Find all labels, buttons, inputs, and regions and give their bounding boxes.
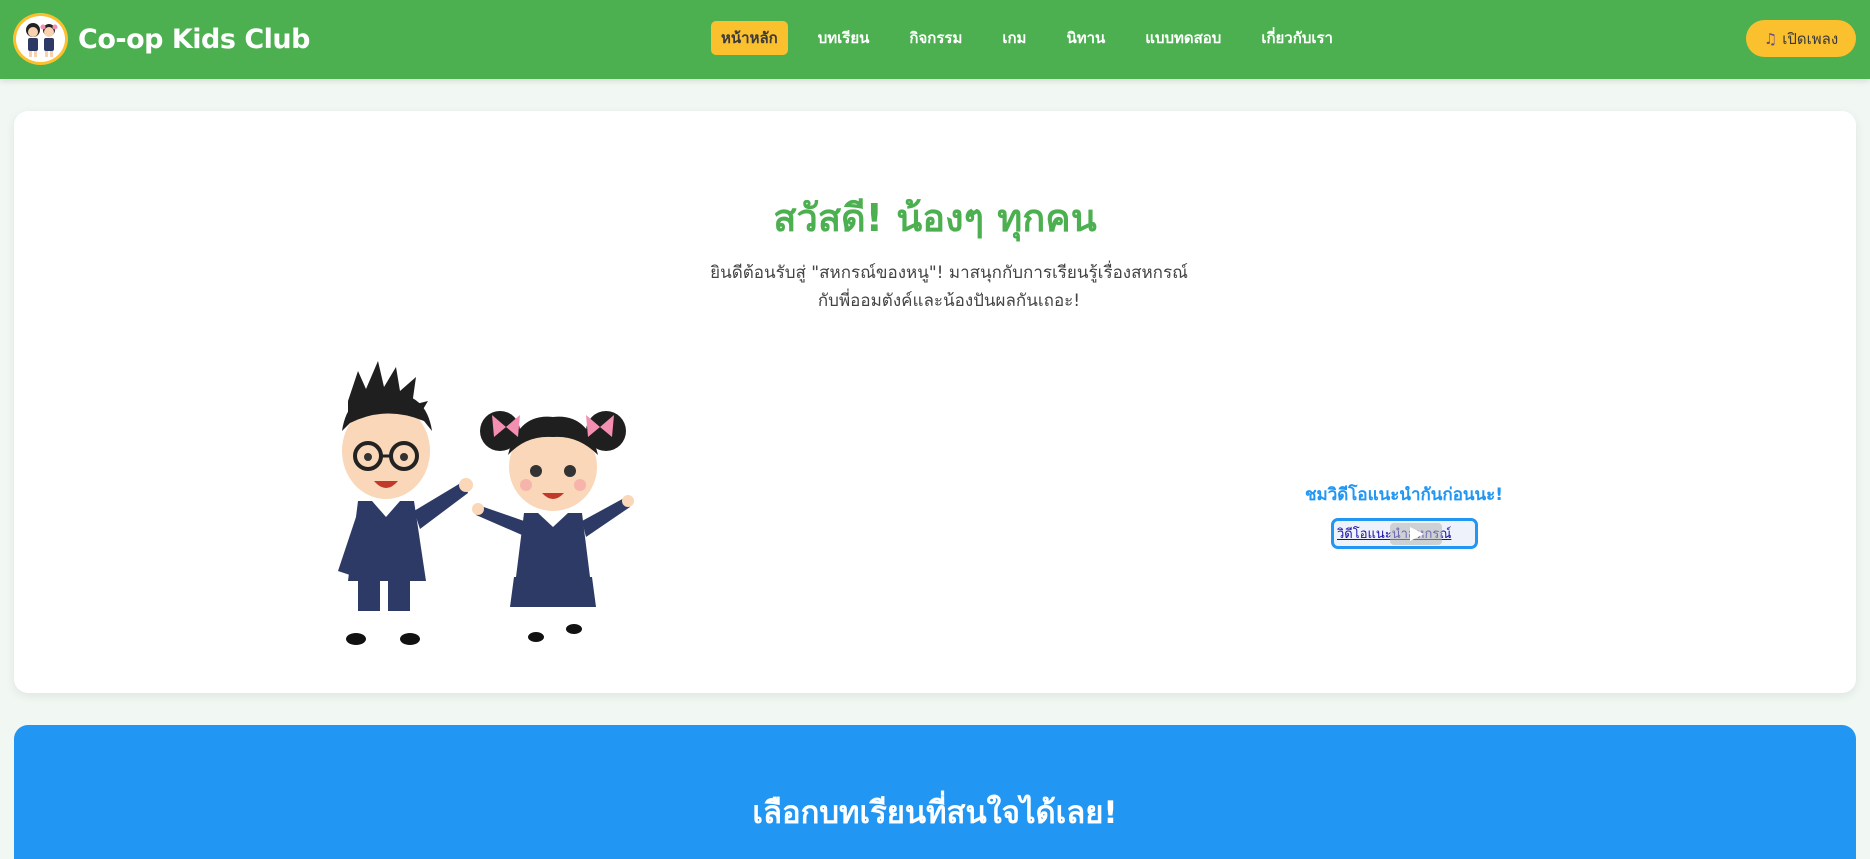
students-illustration <box>328 361 662 661</box>
play-music-button[interactable]: ♫ เปิดเพลง <box>1746 20 1856 57</box>
hero-description: ยินดีต้อนรับสู่ "สหกรณ์ของหนู"! มาสนุกกั… <box>700 259 1198 315</box>
nav-item-stories[interactable]: นิทาน <box>1056 21 1115 55</box>
boy-character <box>338 361 473 645</box>
brand-name: Co-op Kids Club <box>78 23 310 55</box>
lessons-section: เลือกบทเรียนที่สนใจได้เลย! <box>14 725 1856 859</box>
nav-item-home[interactable]: หน้าหลัก <box>711 21 788 55</box>
nav-item-games[interactable]: เกม <box>992 21 1036 55</box>
top-navbar: Co-op Kids Club หน้าหลัก บทเรียน กิจกรรม… <box>0 0 1870 79</box>
video-heading: ชมวิดีโอแนะนำกันก่อนนะ! <box>1304 485 1504 505</box>
nav-item-lessons[interactable]: บทเรียน <box>808 21 880 55</box>
girl-character <box>472 411 634 642</box>
hero-card: สวัสดี! น้องๆ ทุกคน ยินดีต้อนรับสู่ "สหก… <box>14 111 1856 693</box>
intro-video-thumbnail[interactable]: วิดีโอแนะนำสหกรณ์ <box>1331 518 1478 549</box>
nav-item-quiz[interactable]: แบบทดสอบ <box>1135 21 1231 55</box>
lessons-title: เลือกบทเรียนที่สนใจได้เลย! <box>752 795 1118 831</box>
brand[interactable]: Co-op Kids Club <box>13 13 310 65</box>
hero-description-line1: ยินดีต้อนรับสู่ "สหกรณ์ของหนู"! มาสนุกกั… <box>710 263 1188 283</box>
nav-item-activities[interactable]: กิจกรรม <box>899 21 972 55</box>
nav-item-about[interactable]: เกี่ยวกับเรา <box>1251 21 1343 55</box>
music-note-icon: ♫ <box>1763 29 1778 48</box>
main-nav: หน้าหลัก บทเรียน กิจกรรม เกม นิทาน แบบทด… <box>711 21 1363 55</box>
kids-logo-icon <box>13 13 68 65</box>
hero-description-line2: กับพี่ออมตังค์และน้องปันผลกันเถอะ! <box>817 291 1081 311</box>
play-music-label: เปิดเพลง <box>1782 29 1839 48</box>
hero-title: สวัสดี! น้องๆ ทุกคน <box>773 196 1097 240</box>
play-icon <box>1390 523 1442 545</box>
